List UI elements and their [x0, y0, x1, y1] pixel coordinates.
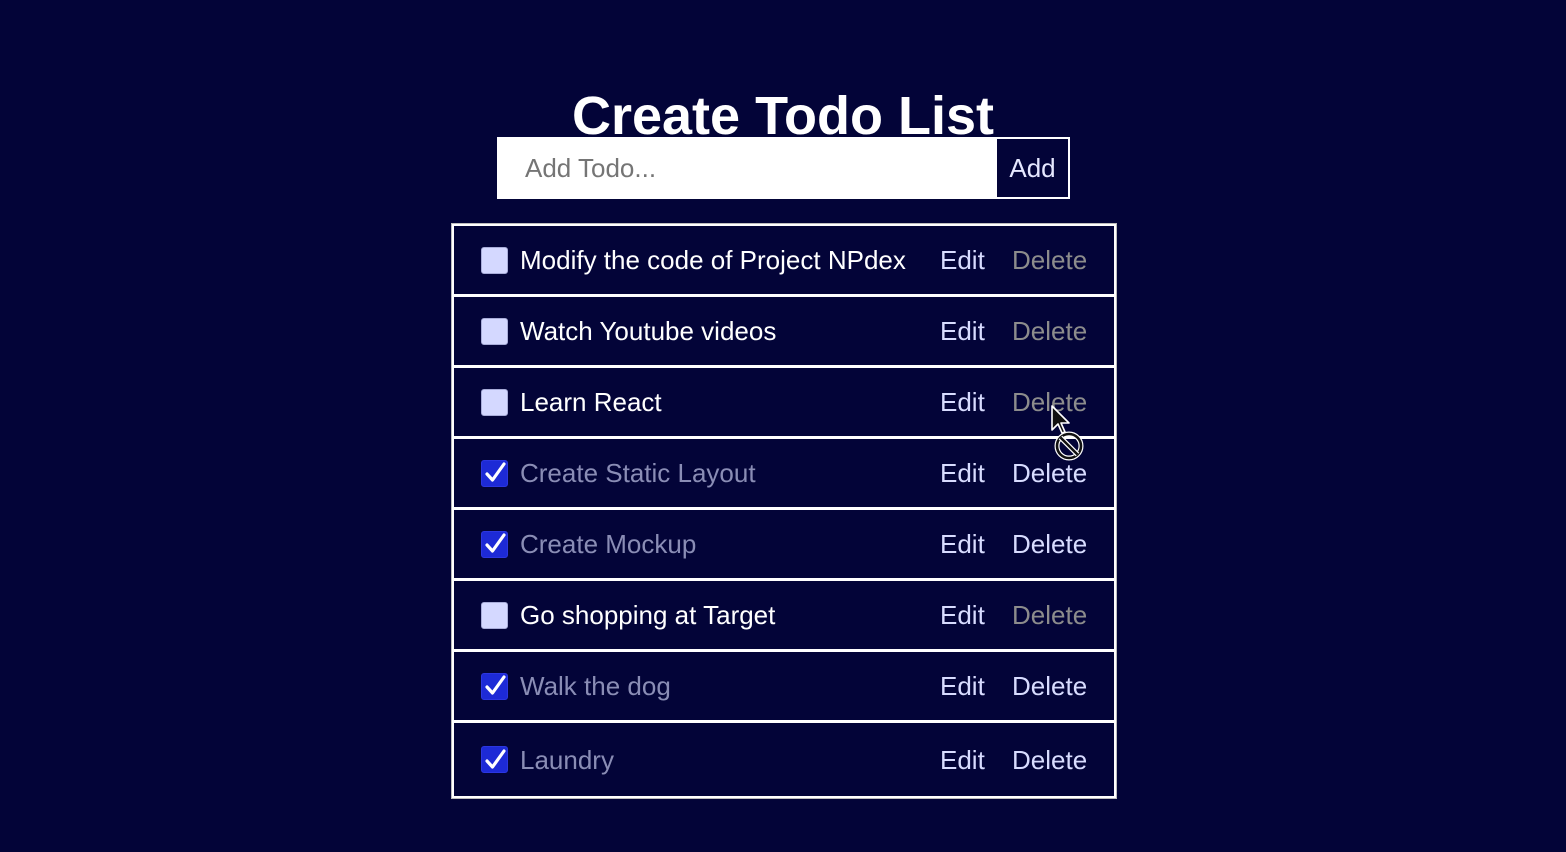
edit-button[interactable]: Edit: [940, 458, 985, 488]
todo-checkbox[interactable]: [481, 317, 508, 345]
add-button[interactable]: Add: [995, 137, 1070, 199]
todo-item: Learn React Edit Delete: [454, 368, 1114, 439]
todo-checkbox[interactable]: [481, 746, 508, 773]
todo-item: Go shopping at Target Edit Delete: [454, 581, 1114, 652]
todo-text: Watch Youtube videos: [520, 316, 777, 346]
todo-checkbox[interactable]: [481, 601, 508, 629]
checkmark-icon: [484, 462, 506, 482]
edit-button[interactable]: Edit: [940, 245, 985, 275]
todo-item: Laundry Edit Delete: [454, 723, 1114, 796]
todo-item: Modify the code of Project NPdex Edit De…: [454, 226, 1114, 297]
todo-checkbox[interactable]: [481, 672, 508, 700]
todo-text: Walk the dog: [520, 671, 671, 701]
edit-button[interactable]: Edit: [940, 316, 985, 346]
delete-button[interactable]: Delete: [1012, 745, 1087, 775]
checkmark-icon: [484, 533, 506, 553]
delete-button[interactable]: Delete: [1012, 671, 1087, 701]
todo-item: Create Static Layout Edit Delete: [454, 439, 1114, 510]
todo-item: Watch Youtube videos Edit Delete: [454, 297, 1114, 368]
delete-button[interactable]: Delete: [1012, 458, 1087, 488]
todo-item: Walk the dog Edit Delete: [454, 652, 1114, 723]
todo-text: Learn React: [520, 387, 662, 417]
add-todo-form: Add: [497, 137, 1070, 199]
todo-checkbox[interactable]: [481, 246, 508, 274]
todo-text: Create Mockup: [520, 529, 697, 559]
todo-text: Laundry: [520, 744, 614, 775]
edit-button[interactable]: Edit: [940, 745, 985, 775]
delete-button[interactable]: Delete: [1012, 387, 1087, 417]
todo-text: Go shopping at Target: [520, 600, 776, 630]
todo-text: Create Static Layout: [520, 458, 756, 488]
delete-button[interactable]: Delete: [1012, 600, 1087, 630]
todo-text: Modify the code of Project NPdex: [520, 245, 906, 275]
checkmark-icon: [484, 748, 506, 769]
todo-checkbox[interactable]: [481, 459, 508, 487]
todo-list: Modify the code of Project NPdex Edit De…: [451, 223, 1117, 799]
edit-button[interactable]: Edit: [940, 387, 985, 417]
checkmark-icon: [484, 675, 506, 695]
add-todo-input[interactable]: [497, 137, 995, 199]
todo-item: Create Mockup Edit Delete: [454, 510, 1114, 581]
edit-button[interactable]: Edit: [940, 600, 985, 630]
delete-button[interactable]: Delete: [1012, 245, 1087, 275]
edit-button[interactable]: Edit: [940, 529, 985, 559]
todo-checkbox[interactable]: [481, 388, 508, 416]
todo-checkbox[interactable]: [481, 530, 508, 558]
edit-button[interactable]: Edit: [940, 671, 985, 701]
delete-button[interactable]: Delete: [1012, 316, 1087, 346]
delete-button[interactable]: Delete: [1012, 529, 1087, 559]
